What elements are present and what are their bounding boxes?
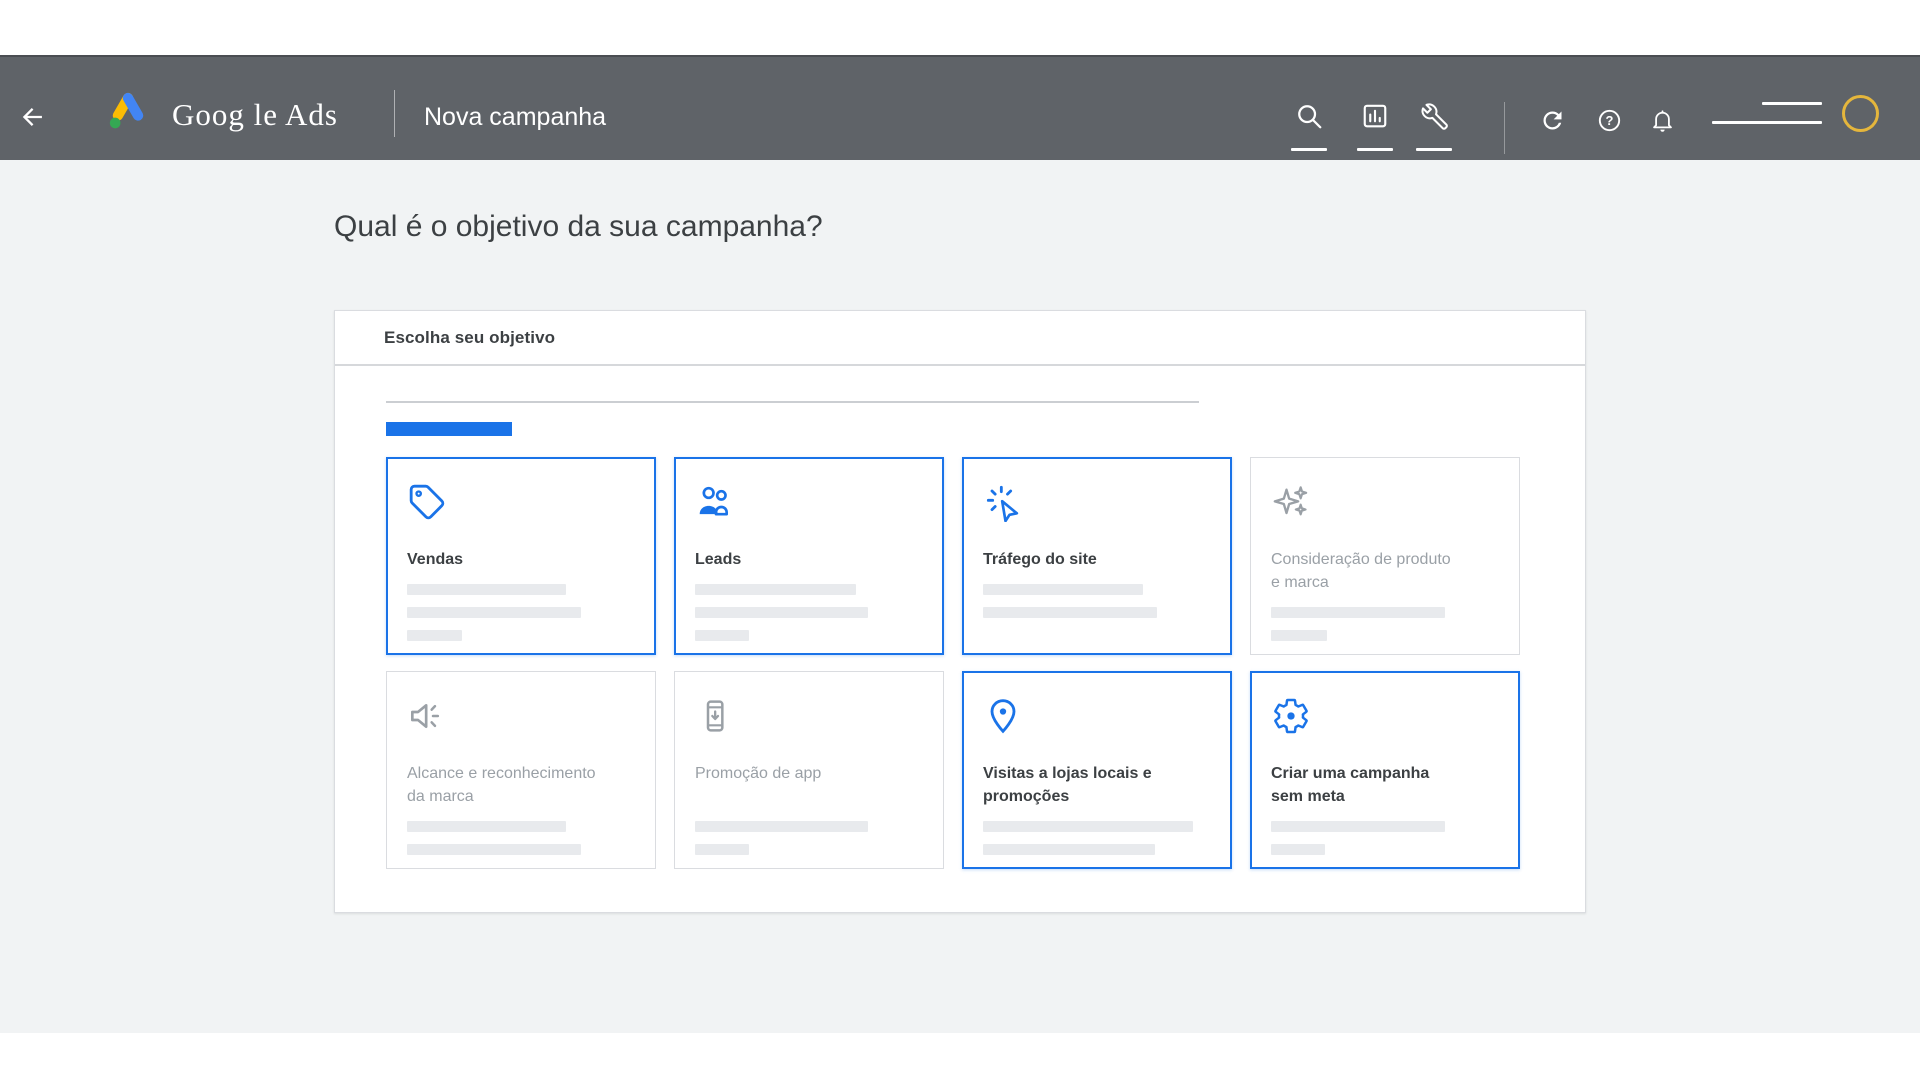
- link-text-placeholder: [386, 422, 512, 436]
- text-placeholder-bar: [695, 607, 868, 618]
- text-placeholder-bar: [695, 584, 856, 595]
- objective-card-alcance-e-reconhecimento-da-marca[interactable]: Alcance e reconhecimento da marca: [386, 671, 656, 869]
- top-margin: [0, 0, 1920, 55]
- cursor-click-icon: [983, 482, 1212, 522]
- panel-header: Escolha seu objetivo: [335, 311, 1585, 366]
- avatar[interactable]: [1842, 95, 1879, 132]
- text-placeholder-bar: [695, 844, 749, 855]
- objective-card-vendas[interactable]: Vendas: [386, 457, 656, 655]
- bell-icon: [1649, 107, 1676, 134]
- objective-card-visitas-a-lojas-locais-e-promocoes[interactable]: Visitas a lojas locais e promoções: [962, 671, 1232, 869]
- account-text-placeholder: [1762, 102, 1822, 105]
- wrench-icon: [1419, 101, 1449, 131]
- refresh-icon: [1539, 107, 1566, 134]
- text-placeholder-bar: [695, 821, 868, 832]
- panel-title: Escolha seu objetivo: [384, 328, 555, 348]
- objective-card-criar-uma-campanha-sem-meta[interactable]: Criar uma campanha sem meta: [1250, 671, 1520, 869]
- phone-download-icon: [695, 696, 924, 736]
- description-placeholder-group: [407, 584, 636, 641]
- app-bar: Goog le Ads Nova campanha ?: [0, 55, 1920, 160]
- objective-card-title: Consideração de produto e marca: [1271, 548, 1500, 594]
- text-placeholder-bar: [1271, 630, 1327, 641]
- tag-icon: [407, 482, 636, 522]
- objective-card-title: Tráfego do site: [983, 548, 1212, 571]
- notifications-button[interactable]: [1649, 107, 1676, 134]
- objective-card-title: Promoção de app: [695, 762, 924, 808]
- text-placeholder-bar: [695, 630, 749, 641]
- text-placeholder-bar: [407, 584, 566, 595]
- toolbar-divider: [1504, 102, 1505, 154]
- objective-card-title: Criar uma campanha sem meta: [1271, 762, 1500, 808]
- reports-button[interactable]: [1353, 101, 1397, 151]
- question-title: Qual é o objetivo da sua campanha?: [334, 207, 823, 247]
- objective-grid: Vendas Leads Tráfego do site Consideraçã…: [386, 457, 1520, 869]
- objective-card-title: Vendas: [407, 548, 636, 571]
- description-placeholder-group: [983, 821, 1212, 855]
- brand-text: Goog le Ads: [172, 94, 338, 136]
- back-button[interactable]: [18, 103, 46, 131]
- objective-card-consideracao-de-produto-e-marca[interactable]: Consideração de produto e marca: [1250, 457, 1520, 655]
- text-placeholder-bar: [983, 607, 1157, 618]
- text-placeholder-bar: [983, 844, 1155, 855]
- map-pin-icon: [983, 696, 1212, 736]
- tools-label-placeholder: [1416, 148, 1452, 151]
- description-placeholder-group: [695, 584, 924, 641]
- sparkles-icon: [1271, 482, 1500, 522]
- google-ads-logo-icon: [106, 90, 150, 134]
- description-placeholder-group: [1271, 607, 1500, 641]
- search-button[interactable]: [1287, 101, 1331, 151]
- help-button[interactable]: ?: [1596, 107, 1623, 134]
- objective-panel: Escolha seu objetivo Vendas Leads Tráfeg…: [334, 310, 1586, 913]
- objective-card-title: Visitas a lojas locais e promoções: [983, 762, 1212, 808]
- bottom-margin: [0, 1033, 1920, 1080]
- text-placeholder-bar: [1271, 844, 1325, 855]
- svg-text:?: ?: [1606, 113, 1614, 128]
- objective-card-promocao-de-app[interactable]: Promoção de app: [674, 671, 944, 869]
- account-text-placeholder: [1712, 121, 1822, 124]
- refresh-button[interactable]: [1539, 107, 1566, 134]
- description-placeholder-group: [407, 821, 636, 855]
- objective-card-title: Alcance e reconhecimento da marca: [407, 762, 636, 808]
- text-placeholder-bar: [983, 821, 1193, 832]
- panel-body: Vendas Leads Tráfego do site Consideraçã…: [335, 366, 1585, 910]
- text-placeholder-bar: [1271, 821, 1445, 832]
- objective-card-title: Leads: [695, 548, 924, 571]
- arrow-left-icon: [18, 103, 46, 131]
- reports-label-placeholder: [1357, 148, 1393, 151]
- description-placeholder-group: [695, 821, 924, 855]
- brand-divider: [394, 90, 395, 137]
- objective-card-leads[interactable]: Leads: [674, 457, 944, 655]
- text-placeholder-bar: [1271, 607, 1445, 618]
- help-icon: ?: [1596, 107, 1623, 134]
- text-placeholder-bar: [407, 630, 462, 641]
- text-placeholder-bar: [983, 584, 1143, 595]
- text-placeholder-bar: [407, 821, 566, 832]
- objective-card-trafego-do-site[interactable]: Tráfego do site: [962, 457, 1232, 655]
- description-placeholder-group: [1271, 821, 1500, 855]
- search-label-placeholder: [1291, 148, 1327, 151]
- appbar-page-title: Nova campanha: [424, 99, 606, 135]
- text-placeholder-bar: [407, 607, 581, 618]
- gear-icon: [1271, 696, 1500, 736]
- search-icon: [1294, 101, 1324, 131]
- description-placeholder-group: [983, 584, 1212, 618]
- people-icon: [695, 482, 924, 522]
- tools-button[interactable]: [1412, 101, 1456, 151]
- page-content: Qual é o objetivo da sua campanha? Escol…: [0, 160, 1920, 1033]
- megaphone-icon: [407, 696, 636, 736]
- description-text-placeholder: [386, 401, 1199, 403]
- chart-icon: [1360, 101, 1390, 131]
- text-placeholder-bar: [407, 844, 581, 855]
